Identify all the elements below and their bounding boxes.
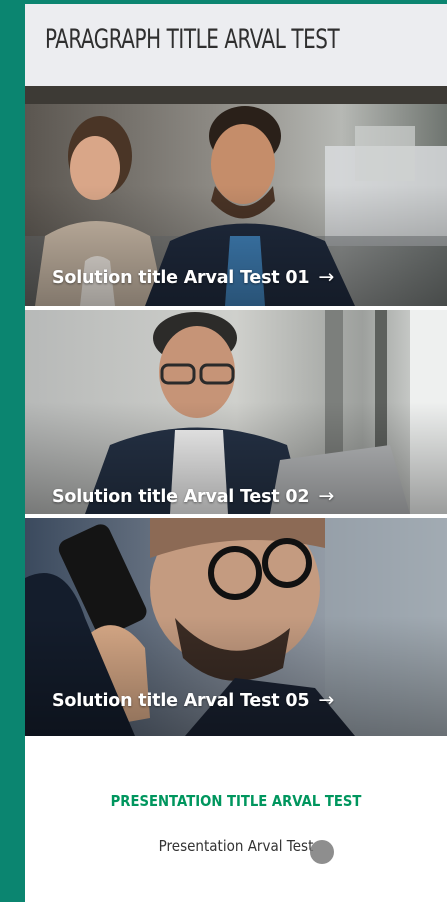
photo-shade <box>25 310 447 514</box>
paragraph-title: PARAGRAPH TITLE ARVAL TEST <box>45 24 340 55</box>
solution-label-01: Solution title Arval Test 01 → <box>52 266 334 288</box>
page-content: PARAGRAPH TITLE ARVAL TEST Solution titl… <box>25 4 447 902</box>
arrow-right-icon: → <box>318 266 335 288</box>
solution-card-01[interactable]: Solution title Arval Test 01 → <box>25 86 447 306</box>
touch-cursor-icon <box>310 840 334 864</box>
solution-card-05[interactable]: Solution title Arval Test 05 → <box>25 518 447 736</box>
solution-title-05: Solution title Arval Test 05 <box>52 691 310 711</box>
solution-label-05: Solution title Arval Test 05 → <box>52 689 334 711</box>
solution-card-02[interactable]: Solution title Arval Test 02 → <box>25 310 447 514</box>
presentation-title: PRESENTATION TITLE ARVAL TEST <box>110 792 362 810</box>
presentation-section: PRESENTATION TITLE ARVAL TEST Presentati… <box>25 736 447 902</box>
paragraph-header: PARAGRAPH TITLE ARVAL TEST <box>25 4 447 86</box>
solution-title-01: Solution title Arval Test 01 <box>52 268 310 288</box>
presentation-text: Presentation Arval Test <box>158 837 314 855</box>
solution-label-02: Solution title Arval Test 02 → <box>52 485 334 507</box>
solution-title-02: Solution title Arval Test 02 <box>52 487 310 507</box>
arrow-right-icon: → <box>318 689 335 711</box>
arrow-right-icon: → <box>318 485 335 507</box>
